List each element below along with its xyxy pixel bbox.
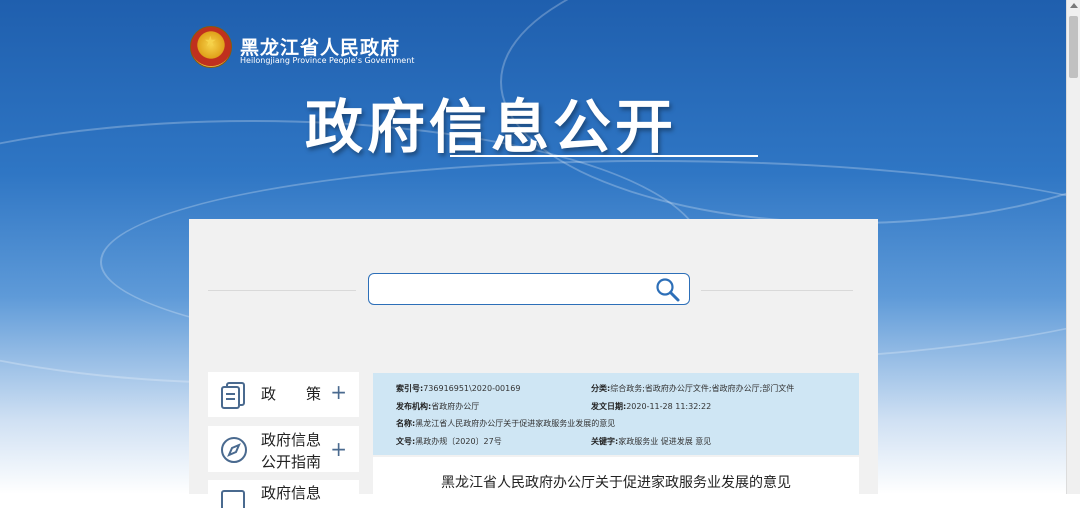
nav-item-guide[interactable]: 政府信息 公开指南 +: [208, 426, 359, 472]
nav-item-label: 政 策: [261, 385, 322, 403]
document-title: 黑龙江省人民政府办公厅关于促进家政服务业发展的意见: [441, 475, 791, 491]
index-number: 索引号:736916951\2020-00169: [396, 384, 521, 393]
expand-plus-icon[interactable]: +: [330, 380, 347, 404]
issue-date: 发文日期:2020-11-28 11:32:22: [591, 402, 712, 411]
site-name-english: Heilongjiang Province People's Governmen…: [240, 56, 415, 65]
divider-right: [701, 290, 853, 291]
divider-left: [208, 290, 356, 291]
keywords: 关键字:家政服务业 促进发展 意见: [591, 437, 712, 446]
search-input[interactable]: [377, 278, 651, 302]
document-metadata: 索引号:736916951\2020-00169 分类:综合政务;省政府办公厅文…: [373, 373, 859, 455]
nav-item-policy[interactable]: 政 策 +: [208, 372, 359, 417]
main-panel: 政 策 + 政府信息 公开指南 + 政府信息 索引号:736916951\202…: [189, 219, 878, 510]
page-title: 政府信息公开: [305, 93, 678, 161]
nav-item-label: 政府信息: [261, 484, 322, 502]
nav-item-label: 政府信息 公开指南: [261, 431, 322, 471]
nav-item-info[interactable]: 政府信息: [208, 480, 359, 510]
compass-icon: [221, 437, 247, 463]
document-body: 黑龙江省人民政府办公厅关于促进家政服务业发展的意见: [373, 457, 859, 494]
category: 分类:综合政务;省政府办公厅文件;省政府办公厅;部门文件: [591, 384, 795, 393]
document-stack-icon: [221, 382, 245, 409]
search-icon[interactable]: [655, 277, 681, 303]
vertical-scrollbar[interactable]: [1066, 0, 1080, 494]
document-name: 名称:黑龙江省人民政府办公厅关于促进家政服务业发展的意见: [396, 419, 616, 428]
search-box: [368, 273, 690, 305]
document-number: 文号:黑政办规〔2020〕27号: [396, 437, 502, 446]
scrollbar-thumb[interactable]: [1069, 16, 1078, 78]
list-icon: [221, 490, 245, 508]
publisher: 发布机构:省政府办公厅: [396, 402, 480, 411]
expand-plus-icon[interactable]: +: [330, 437, 347, 461]
national-emblem-logo[interactable]: ★: [190, 26, 232, 68]
scroll-up-arrow-icon[interactable]: [1070, 3, 1078, 8]
title-underline: [450, 155, 758, 157]
